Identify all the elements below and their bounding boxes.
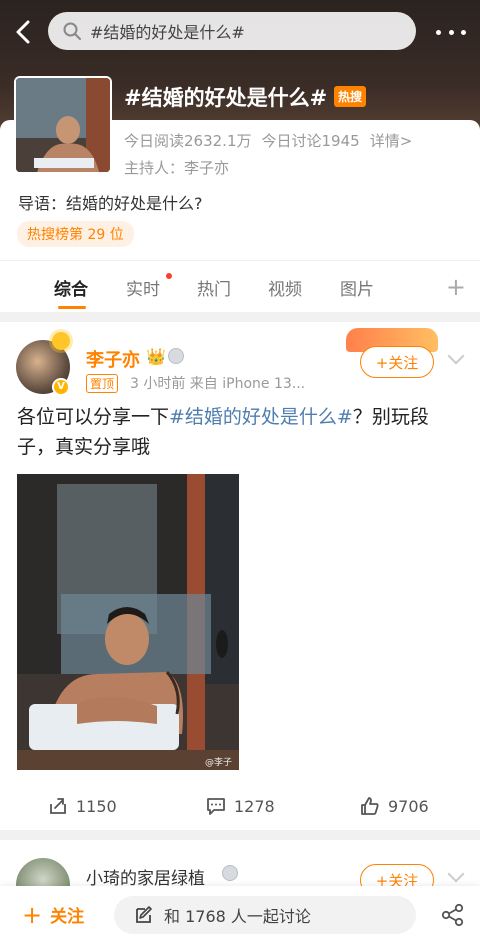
plus-icon: + — [22, 900, 43, 929]
details-link[interactable]: 详情> — [370, 130, 413, 151]
topic-page: #结婚的好处是什么# #结婚的好处是什么# 热搜 今日阅读2632.1万 今日讨… — [0, 0, 480, 946]
add-tab-icon[interactable]: + — [446, 273, 466, 301]
post-text: 各位可以分享一下#结婚的好处是什么#？别玩段子，真实分享哦 — [17, 402, 463, 462]
comment-button[interactable]: 1278 — [206, 796, 275, 816]
hot-badge: 热搜 — [334, 86, 367, 107]
read-count: 今日阅读2632.1万 — [124, 132, 252, 150]
hashtag-link[interactable]: #结婚的好处是什么# — [169, 406, 353, 428]
tab-comprehensive[interactable]: 综合 — [54, 275, 88, 300]
top-nav: #结婚的好处是什么# — [0, 12, 480, 52]
chevron-down-icon[interactable] — [447, 865, 465, 883]
topic-title: #结婚的好处是什么# — [124, 86, 328, 110]
comment-count: 1278 — [234, 796, 275, 816]
new-dot-indicator — [166, 273, 172, 279]
tab-bar: 综合 实时 热门 视频 图片 + — [0, 260, 480, 312]
topic-stats: 今日阅读2632.1万 今日讨论1945 详情> — [124, 130, 412, 151]
topic-thumbnail — [14, 76, 112, 174]
post-card: V 李子亦 👑 置顶 3 小时前 来自 iPhone 13... +关注 各位可… — [0, 322, 480, 830]
repost-button[interactable]: 1150 — [48, 796, 117, 816]
discuss-input[interactable]: 和 1768 人一起讨论 — [114, 896, 416, 934]
share-arrow-icon — [50, 798, 66, 814]
post-meta: 3 小时前 来自 iPhone 13... — [130, 376, 306, 392]
chevron-down-icon[interactable] — [447, 347, 465, 365]
search-icon — [63, 22, 81, 40]
bottom-bar: + 关注 和 1768 人一起讨论 — [0, 886, 480, 946]
follow-topic-button[interactable]: + 关注 — [22, 900, 85, 929]
edit-icon — [136, 906, 152, 923]
medal-icon — [222, 865, 238, 881]
share-icon[interactable] — [440, 902, 466, 928]
tab-hot[interactable]: 热门 — [197, 275, 231, 300]
host-label[interactable]: 主持人：李子亦 — [124, 157, 229, 178]
like-count: 9706 — [388, 796, 429, 816]
discussion-count: 今日讨论1945 — [261, 132, 360, 150]
post-image[interactable]: @李子亦 — [17, 474, 239, 770]
search-bar[interactable]: #结婚的好处是什么# — [48, 12, 416, 50]
author-name[interactable]: 李子亦 — [86, 346, 140, 372]
follow-button[interactable]: +关注 — [360, 346, 434, 378]
tab-video[interactable]: 视频 — [268, 275, 302, 300]
repost-count: 1150 — [76, 796, 117, 816]
like-button[interactable]: 9706 — [360, 796, 429, 816]
sun-decoration-icon — [52, 332, 70, 350]
post-actions: 1150 1278 9706 — [0, 790, 480, 826]
more-options-icon[interactable] — [436, 22, 466, 42]
tab-realtime[interactable]: 实时 — [126, 275, 160, 300]
verified-badge-icon: V — [52, 378, 70, 396]
thumbs-up-icon — [361, 797, 379, 815]
follow-topic-label: 关注 — [50, 907, 85, 927]
discuss-label: 和 1768 人一起讨论 — [164, 907, 311, 926]
hot-rank-chip[interactable]: 热搜榜第 29 位 — [17, 221, 134, 247]
medal-icon — [168, 348, 184, 364]
comment-icon — [207, 798, 225, 815]
pinned-tag: 置顶 — [86, 374, 119, 393]
topic-guide: 导语：结婚的好处是什么? — [18, 194, 203, 213]
back-arrow-icon[interactable] — [10, 18, 38, 46]
post-text-prefix: 各位可以分享一下 — [17, 406, 170, 428]
crown-vip-icon: 👑 — [146, 347, 166, 366]
tab-pictures[interactable]: 图片 — [340, 275, 374, 300]
search-query: #结婚的好处是什么# — [90, 23, 245, 42]
active-tab-indicator — [58, 306, 86, 309]
image-watermark: @李子亦 — [205, 758, 233, 768]
